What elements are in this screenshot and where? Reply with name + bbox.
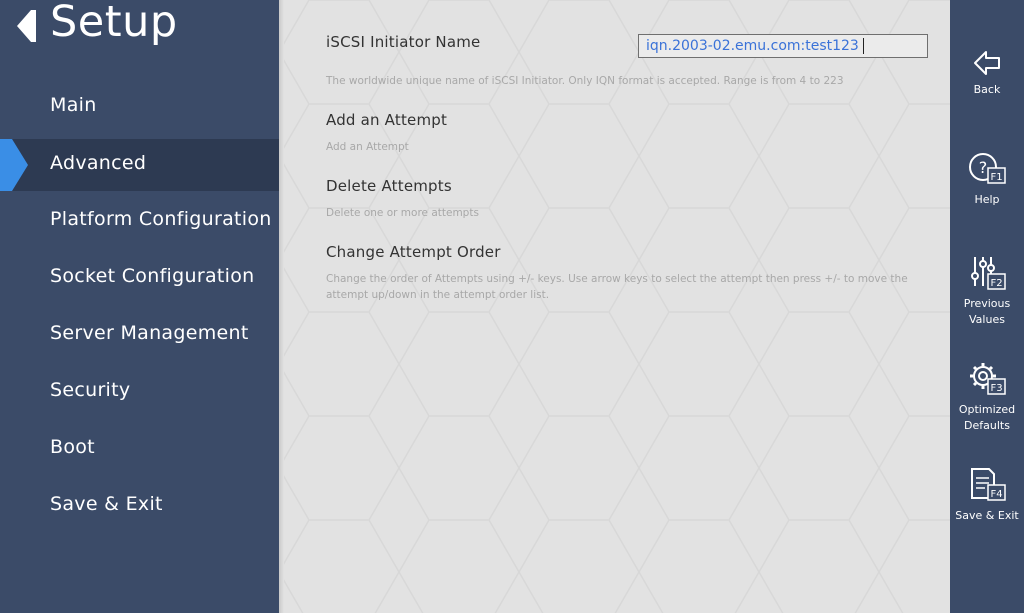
setting-label: Delete Attempts	[326, 177, 452, 195]
setting-label: Add an Attempt	[326, 111, 448, 129]
sidebar-item-security[interactable]: Security	[0, 366, 279, 418]
optimized-defaults-button[interactable]: F3 Optimized Defaults	[950, 360, 1024, 434]
sidebar-item-platform-configuration[interactable]: Platform Configuration	[0, 195, 279, 247]
sidebar-item-advanced[interactable]: Advanced	[0, 139, 279, 191]
gear-icon: F3	[970, 363, 1006, 395]
app-title: Setup	[50, 0, 178, 47]
optimized-defaults-label: Optimized Defaults	[958, 403, 1016, 432]
sidebar-item-label: Main	[50, 94, 97, 116]
svg-text:F1: F1	[990, 172, 1002, 183]
sidebar-item-label: Advanced	[50, 152, 147, 174]
sidebar-item-label: Security	[50, 379, 131, 401]
active-indicator	[0, 139, 28, 191]
previous-values-button[interactable]: F2 Previous Values	[950, 254, 1024, 328]
help-icon: ? F1	[969, 153, 1006, 184]
setting-add-attempt[interactable]: Add an Attempt Add an Attempt	[326, 111, 941, 155]
previous-values-label: Previous Values	[963, 297, 1011, 326]
svg-text:F4: F4	[990, 489, 1002, 500]
sidebar-item-boot[interactable]: Boot	[0, 423, 279, 475]
svg-text:F3: F3	[990, 383, 1002, 394]
document-icon: F4	[971, 468, 1006, 501]
setting-label: Change Attempt Order	[326, 243, 501, 261]
save-exit-button[interactable]: F4 Save & Exit	[950, 466, 1024, 524]
sidebar-item-main[interactable]: Main	[0, 81, 279, 133]
sidebar-item-save-exit[interactable]: Save & Exit	[0, 480, 279, 532]
setting-help: Delete one or more attempts	[326, 207, 479, 219]
function-bar: Back ? F1 Help F2 Previous Values F3 Opt…	[950, 0, 1024, 613]
panel-shadow	[279, 0, 284, 613]
sidebar-item-label: Server Management	[50, 322, 249, 344]
sidebar-item-server-management[interactable]: Server Management	[0, 309, 279, 361]
main-panel: iSCSI Initiator Name The worldwide uniqu…	[279, 0, 950, 613]
iscsi-initiator-name-input[interactable]	[638, 34, 928, 58]
svg-text:?: ?	[979, 158, 988, 177]
setting-help: The worldwide unique name of iSCSI Initi…	[326, 75, 844, 87]
setting-help: Change the order of Attempts using +/- k…	[326, 273, 908, 301]
sidebar-item-label: Save & Exit	[50, 493, 163, 515]
text-caret	[863, 38, 864, 54]
sidebar-item-socket-configuration[interactable]: Socket Configuration	[0, 252, 279, 304]
sidebar: Setup Main Advanced Platform Configurati…	[0, 0, 279, 613]
setting-help: Add an Attempt	[326, 141, 409, 153]
back-arrow-icon	[974, 51, 1000, 75]
svg-text:F2: F2	[990, 278, 1002, 289]
save-exit-label: Save & Exit	[955, 509, 1019, 522]
help-button[interactable]: ? F1 Help	[950, 150, 1024, 208]
sidebar-item-label: Platform Configuration	[50, 208, 272, 230]
setting-delete-attempts[interactable]: Delete Attempts Delete one or more attem…	[326, 177, 941, 221]
sliders-icon: F2	[971, 257, 1006, 290]
back-button[interactable]: Back	[950, 48, 1024, 98]
sidebar-item-label: Boot	[50, 436, 95, 458]
back-label: Back	[973, 83, 1001, 96]
help-label: Help	[974, 193, 1000, 206]
hexagon-background	[279, 0, 950, 613]
setting-change-attempt-order[interactable]: Change Attempt Order Change the order of…	[326, 243, 941, 303]
title-row: Setup	[0, 0, 279, 60]
sidebar-item-label: Socket Configuration	[50, 265, 255, 287]
